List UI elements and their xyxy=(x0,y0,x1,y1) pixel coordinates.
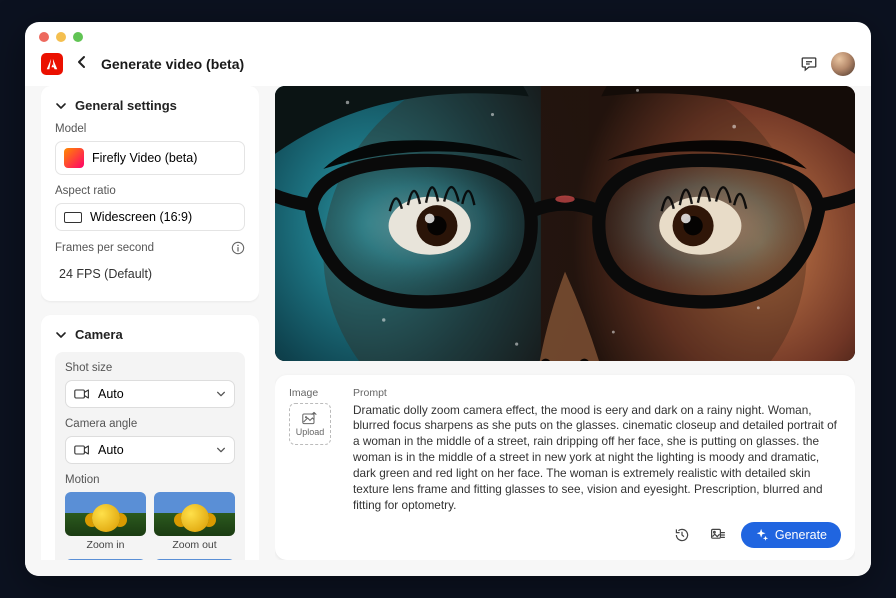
camera-inner: Shot size Auto Camera angle Auto Motion xyxy=(55,352,245,560)
video-preview xyxy=(275,86,855,361)
general-settings-card: General settings Model Firefly Video (be… xyxy=(41,86,259,301)
chevron-down-icon xyxy=(55,329,67,341)
generate-button[interactable]: Generate xyxy=(741,522,841,548)
motion-item-label: Zoom out xyxy=(154,539,235,551)
upload-label-text: Upload xyxy=(296,427,325,437)
camera-title: Camera xyxy=(75,327,123,342)
motion-thumb xyxy=(65,559,146,560)
user-avatar[interactable] xyxy=(831,52,855,76)
aspect-ratio-value: Widescreen (16:9) xyxy=(90,210,192,224)
motion-zoom-out[interactable]: Zoom out xyxy=(154,492,235,551)
motion-thumb xyxy=(65,492,146,536)
back-button[interactable] xyxy=(73,55,91,73)
motion-grid: Zoom in Zoom out xyxy=(65,492,235,560)
close-window-button[interactable] xyxy=(39,32,49,42)
motion-zoom-in[interactable]: Zoom in xyxy=(65,492,146,551)
image-label: Image xyxy=(289,387,339,399)
model-value: Firefly Video (beta) xyxy=(92,151,197,165)
comment-icon[interactable] xyxy=(797,52,821,76)
prompt-textarea[interactable]: Dramatic dolly zoom camera effect, the m… xyxy=(353,403,841,514)
upload-column: Image Upload xyxy=(289,387,339,548)
page-title: Generate video (beta) xyxy=(101,56,244,72)
camera-toggle[interactable]: Camera xyxy=(55,327,245,342)
app-window: Generate video (beta) General settings M… xyxy=(25,22,871,576)
camera-angle-label: Camera angle xyxy=(65,418,235,430)
settings-sidebar: General settings Model Firefly Video (be… xyxy=(41,86,259,560)
motion-option[interactable] xyxy=(154,559,235,560)
history-button[interactable] xyxy=(669,522,695,548)
upload-icon xyxy=(302,411,318,425)
prompt-label: Prompt xyxy=(353,387,841,399)
fps-label: Frames per second xyxy=(55,242,154,254)
shot-size-selector[interactable]: Auto xyxy=(65,380,235,408)
model-selector[interactable]: Firefly Video (beta) xyxy=(55,141,245,175)
aspect-ratio-selector[interactable]: Widescreen (16:9) xyxy=(55,203,245,231)
prompt-actions: Generate xyxy=(353,522,841,548)
shot-size-label: Shot size xyxy=(65,362,235,374)
motion-thumb xyxy=(154,492,235,536)
fps-value: 24 FPS (Default) xyxy=(55,261,245,287)
window-controls xyxy=(25,22,871,48)
widescreen-icon xyxy=(64,212,82,223)
camera-icon xyxy=(74,444,90,456)
chevron-down-icon xyxy=(216,389,226,399)
camera-angle-value: Auto xyxy=(98,443,124,457)
general-settings-title: General settings xyxy=(75,98,177,113)
general-settings-toggle[interactable]: General settings xyxy=(55,98,245,113)
main-area: Image Upload Prompt Dramatic dolly zoom … xyxy=(275,86,855,560)
prompt-panel: Image Upload Prompt Dramatic dolly zoom … xyxy=(275,375,855,560)
camera-icon xyxy=(74,388,90,400)
motion-thumb xyxy=(154,559,235,560)
chevron-down-icon xyxy=(55,100,67,112)
style-reference-button[interactable] xyxy=(705,522,731,548)
generate-icon xyxy=(755,528,769,542)
model-thumb-icon xyxy=(64,148,84,168)
content: General settings Model Firefly Video (be… xyxy=(25,86,871,576)
topbar: Generate video (beta) xyxy=(25,48,871,86)
minimize-window-button[interactable] xyxy=(56,32,66,42)
preview-image xyxy=(275,86,855,361)
model-label: Model xyxy=(55,123,245,135)
camera-card: Camera Shot size Auto Camera angle Auto xyxy=(41,315,259,560)
camera-angle-selector[interactable]: Auto xyxy=(65,436,235,464)
motion-item-label: Zoom in xyxy=(65,539,146,551)
fps-label-row: Frames per second xyxy=(55,241,245,255)
chevron-down-icon xyxy=(216,445,226,455)
adobe-logo xyxy=(41,53,63,75)
info-icon[interactable] xyxy=(231,241,245,255)
motion-label: Motion xyxy=(65,474,235,486)
motion-option[interactable] xyxy=(65,559,146,560)
maximize-window-button[interactable] xyxy=(73,32,83,42)
shot-size-value: Auto xyxy=(98,387,124,401)
aspect-ratio-label: Aspect ratio xyxy=(55,185,245,197)
upload-button[interactable]: Upload xyxy=(289,403,331,445)
generate-label: Generate xyxy=(775,528,827,542)
prompt-column: Prompt Dramatic dolly zoom camera effect… xyxy=(353,387,841,548)
